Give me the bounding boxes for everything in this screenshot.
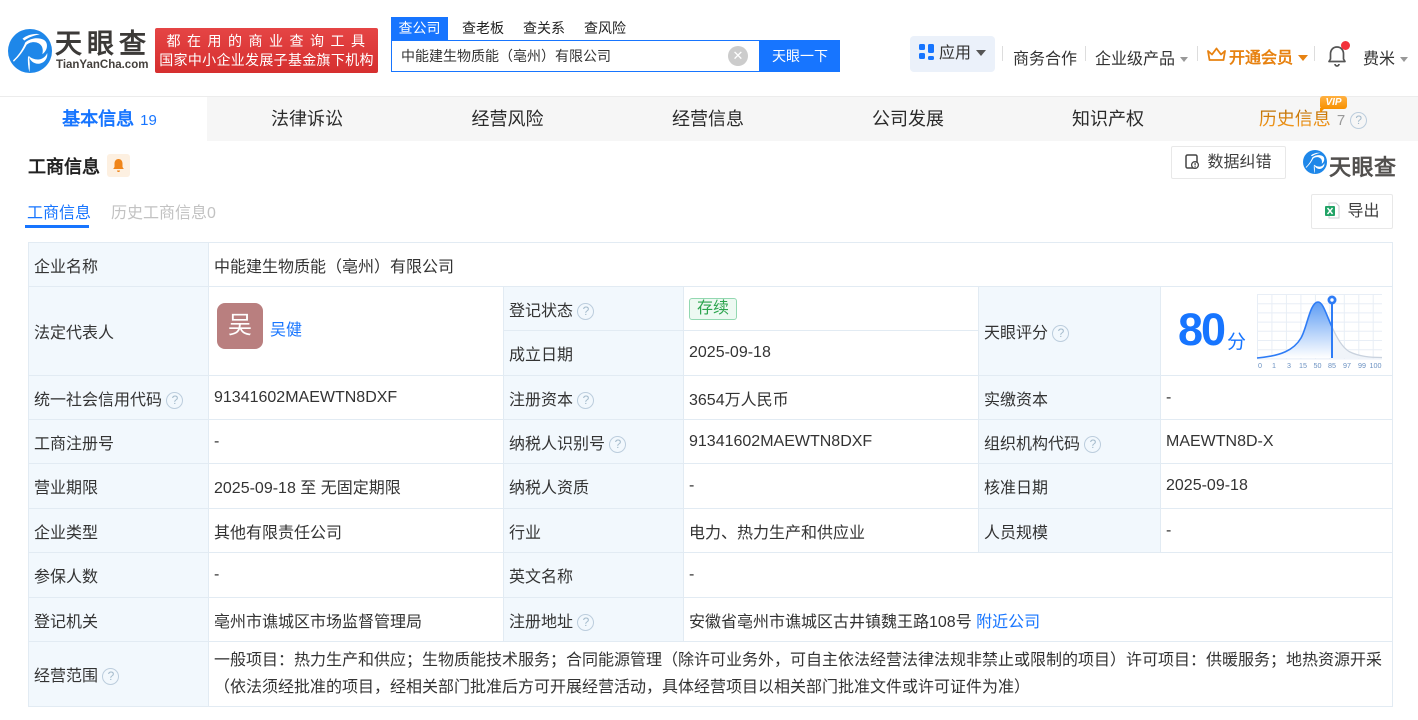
svg-text:1: 1 xyxy=(1272,361,1276,370)
svg-text:100: 100 xyxy=(1370,361,1382,370)
svg-text:97: 97 xyxy=(1343,361,1351,370)
svg-text:50: 50 xyxy=(1314,361,1322,370)
svg-text:15: 15 xyxy=(1299,361,1307,370)
svg-text:3: 3 xyxy=(1287,361,1291,370)
svg-text:0: 0 xyxy=(1258,361,1262,370)
svg-text:85: 85 xyxy=(1328,361,1336,370)
svg-text:99: 99 xyxy=(1358,361,1366,370)
